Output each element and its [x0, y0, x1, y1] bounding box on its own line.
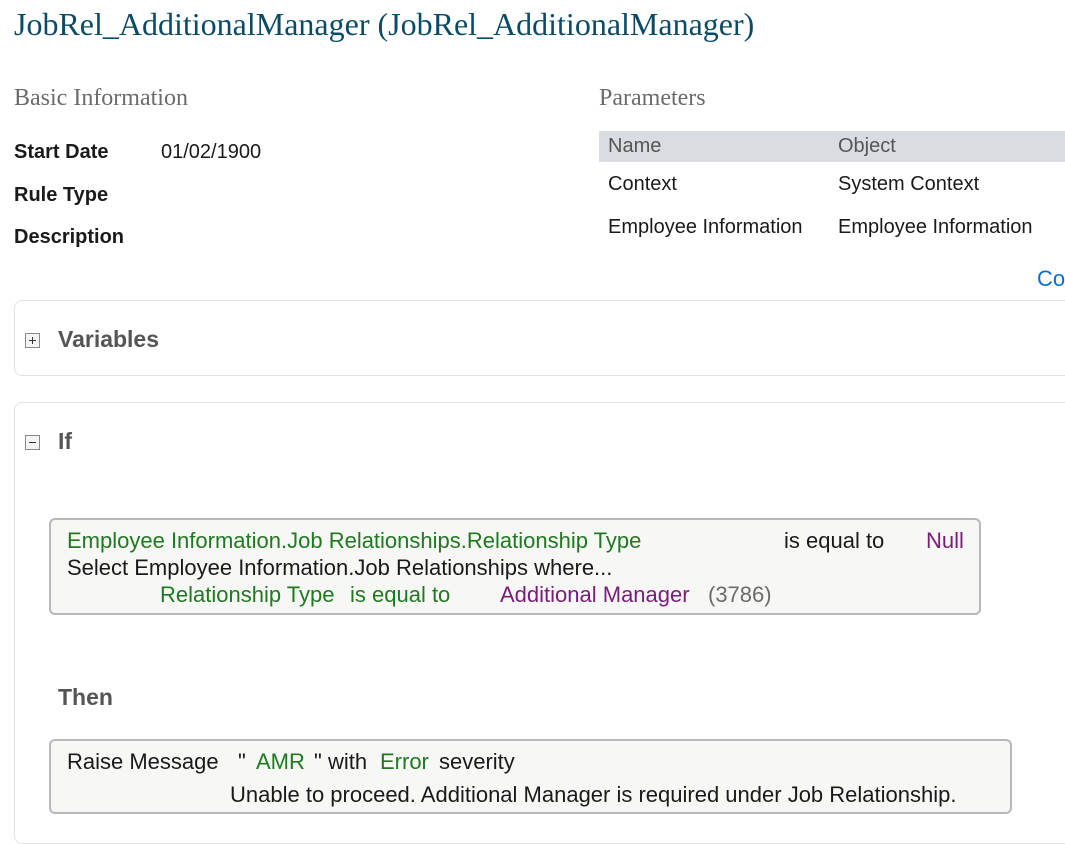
start-date-value: 01/02/1900 [161, 141, 262, 163]
collapse-minus-icon[interactable] [25, 435, 40, 450]
parameters-heading: Parameters [599, 85, 706, 111]
select-collection-text: Select Employee Information.Job Relation… [67, 555, 613, 580]
column-header-name: Name [608, 135, 662, 157]
raise-message-action[interactable]: Raise Message [67, 749, 219, 775]
quote-close: " [314, 749, 322, 774]
filter-operator[interactable]: is equal to [350, 582, 450, 608]
condition-expression[interactable]: Employee Information.Job Relationships.R… [49, 518, 981, 615]
parameter-object-cell: System Context [838, 173, 980, 195]
condition-left-field[interactable]: Employee Information.Job Relationships.R… [67, 528, 641, 554]
basic-information-heading: Basic Information [14, 85, 188, 111]
column-header-object: Object [838, 135, 896, 157]
parameter-name-cell: Context [608, 173, 677, 195]
parameters-link[interactable]: Co [1037, 266, 1065, 292]
filter-value[interactable]: Additional Manager [500, 582, 690, 608]
quote-open: " [238, 749, 246, 774]
description-label: Description [14, 226, 125, 248]
then-action-expression[interactable]: Raise Message " AMR " with Error severit… [49, 739, 1012, 814]
filter-field[interactable]: Relationship Type [160, 582, 335, 608]
message-key[interactable]: AMR [256, 749, 305, 775]
with-text: with [328, 749, 368, 774]
condition-operator[interactable]: is equal to [784, 528, 884, 554]
condition-right-value[interactable]: Null [926, 528, 964, 554]
if-title[interactable]: If [58, 428, 72, 455]
message-text: Unable to proceed. Additional Manager is… [230, 782, 957, 807]
parameter-object-cell: Employee Information [838, 216, 1033, 238]
parameter-name-cell: Employee Information [608, 216, 803, 238]
variables-panel: Variables [14, 300, 1065, 376]
parameters-table-header: Name Object [599, 131, 1065, 162]
page-title: JobRel_AdditionalManager (JobRel_Additio… [14, 6, 755, 42]
severity-suffix: severity [439, 749, 515, 774]
rule-type-label: Rule Type [14, 184, 109, 206]
filter-value-code: (3786) [708, 582, 772, 607]
message-severity[interactable]: Error [380, 749, 429, 775]
start-date-label: Start Date [14, 141, 109, 163]
then-title: Then [58, 684, 113, 710]
expand-plus-icon[interactable] [25, 333, 40, 348]
variables-title[interactable]: Variables [58, 326, 159, 353]
